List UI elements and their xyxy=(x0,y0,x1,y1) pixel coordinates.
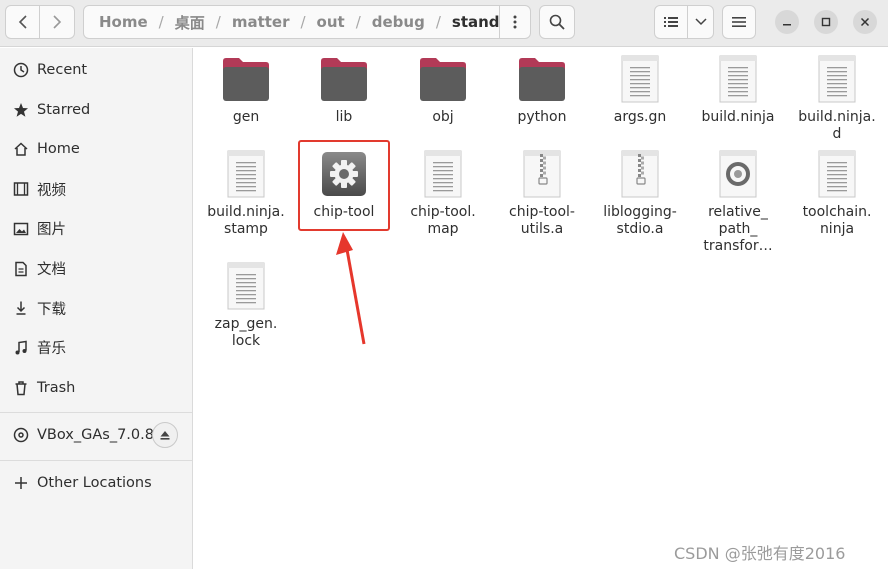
watermark: CSDN @张弛有度2016 xyxy=(674,544,846,563)
annotation-arrow xyxy=(336,232,366,345)
